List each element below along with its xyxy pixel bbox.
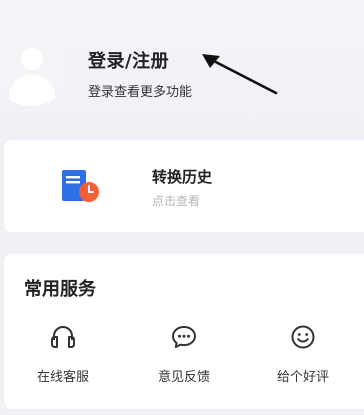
service-label: 在线客服 bbox=[36, 370, 89, 385]
service-feedback[interactable]: 意见反馈 bbox=[139, 322, 229, 385]
service-online-support[interactable]: 在线客服 bbox=[18, 322, 108, 385]
avatar[interactable] bbox=[0, 34, 70, 106]
avatar-body bbox=[9, 74, 55, 106]
document-clock-icon bbox=[62, 170, 99, 202]
avatar-head bbox=[21, 48, 43, 70]
headset-icon bbox=[51, 326, 75, 348]
smiley-icon bbox=[291, 325, 315, 349]
profile-header: 登录/注册 登录查看更多功能 bbox=[0, 0, 364, 130]
pointer-arrow-icon bbox=[202, 54, 278, 95]
services-section-title: 常用服务 bbox=[24, 279, 96, 300]
service-rate-us[interactable]: 给个好评 bbox=[258, 322, 348, 385]
service-label: 给个好评 bbox=[276, 370, 329, 385]
login-hint-text: 登录查看更多功能 bbox=[88, 85, 193, 100]
history-subtitle: 点击查看 bbox=[152, 194, 201, 208]
login-register-link[interactable]: 登录/注册 bbox=[88, 47, 169, 73]
history-title: 转换历史 bbox=[152, 168, 213, 186]
service-label: 意见反馈 bbox=[157, 370, 210, 385]
chat-bubble-icon bbox=[172, 326, 196, 348]
